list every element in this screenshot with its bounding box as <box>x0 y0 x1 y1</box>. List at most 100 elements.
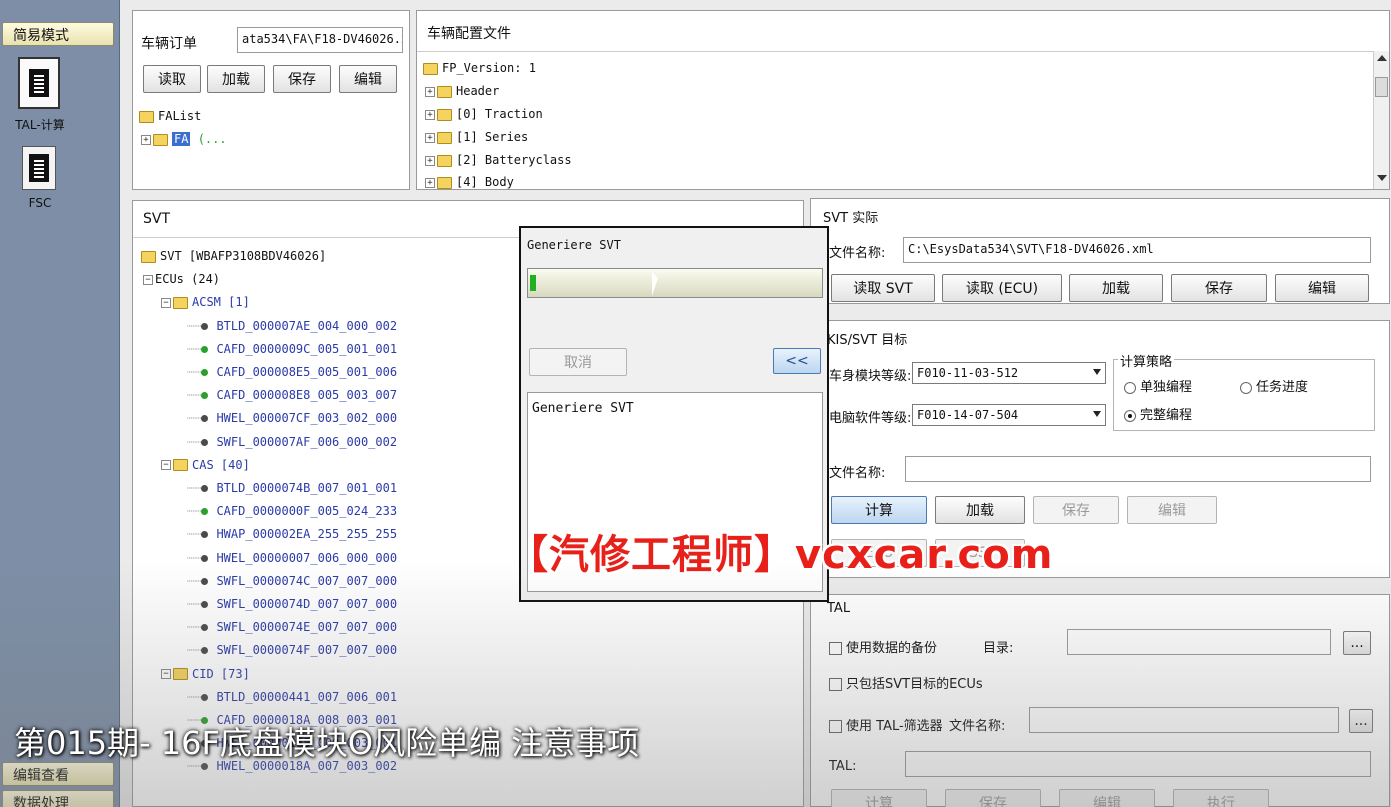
ecu-item-node[interactable]: ┈┈ CAFD_0000009C_005_001_001 <box>187 342 397 356</box>
use-backup-checkbox[interactable]: 使用数据的备份 <box>829 637 937 656</box>
status-dot-icon <box>201 415 209 423</box>
scroll-up-icon[interactable] <box>1377 55 1387 61</box>
ecu-item-node[interactable]: ┈┈ BTLD_0000074B_007_001_001 <box>187 481 397 495</box>
config-tree-node[interactable]: + [1] Series <box>425 130 528 144</box>
config-tree-node[interactable]: + [0] Traction <box>425 107 543 121</box>
config-tree-node[interactable]: + Header <box>425 84 499 98</box>
checkbox-icon[interactable] <box>829 720 842 733</box>
fa-suffix: (... <box>197 132 227 146</box>
ecu-item-node[interactable]: ┈┈ CAFD_000008E5_005_001_006 <box>187 365 397 379</box>
svt-actual-edit-button[interactable]: 编辑 <box>1275 274 1369 302</box>
dialog-collapse-button[interactable]: << <box>773 348 821 374</box>
expand-icon[interactable]: + <box>425 132 435 143</box>
svt-target-file-field[interactable] <box>905 456 1371 482</box>
svt-actual-panel: SVT 实际 文件名称: C:\EsysData534\SVT\F18-DV46… <box>810 198 1390 304</box>
checkbox-icon[interactable] <box>829 642 842 655</box>
dir-browse-button[interactable]: ... <box>1343 631 1371 655</box>
expand-icon[interactable]: + <box>141 134 151 145</box>
pc-level-select[interactable]: F010-14-07-504 <box>912 404 1106 426</box>
tal-filter-checkbox[interactable]: 使用 TAL-筛选器 <box>829 715 943 734</box>
collapse-icon[interactable]: − <box>161 460 171 471</box>
ecu-item-node[interactable]: ┈┈ SWFL_0000074C_007_007_000 <box>187 574 397 588</box>
ecu-item-node[interactable]: ┈┈ HWEL_00000007_006_000_000 <box>187 551 397 565</box>
status-dot-icon <box>201 485 209 492</box>
tal-filter-browse-button[interactable]: ... <box>1349 709 1373 733</box>
ecu-group-node[interactable]: − CAS [40] <box>161 458 250 472</box>
dialog-cancel-button[interactable]: 取消 <box>529 348 627 376</box>
expand-icon[interactable]: + <box>425 177 435 188</box>
body-level-select[interactable]: F010-11-03-512 <box>912 362 1106 384</box>
only-svt-checkbox[interactable]: 只包括SVT目标的ECUs <box>829 673 983 692</box>
config-scrollbar[interactable] <box>1373 51 1389 189</box>
tal-save-button[interactable]: 保存 <box>945 789 1041 807</box>
ecu-item-node[interactable]: ┈┈ BTLD_00000441_007_006_001 <box>187 690 397 704</box>
collapse-icon[interactable]: − <box>161 669 171 680</box>
ecu-group-node[interactable]: − ACSM [1] <box>161 295 250 309</box>
strategy-option-progress[interactable]: 任务进度 <box>1240 376 1308 395</box>
checkbox-icon[interactable] <box>829 678 842 691</box>
tal-calc-button[interactable] <box>18 57 60 109</box>
ecu-item-node[interactable]: ┈┈ HWEL_000007CF_003_002_000 <box>187 411 397 425</box>
config-tree-node[interactable]: + [4] Body <box>425 175 514 189</box>
read-ecu-button[interactable]: 读取 (ECU) <box>942 274 1062 302</box>
tal-edit-button[interactable]: 编辑 <box>1059 789 1155 807</box>
scroll-down-icon[interactable] <box>1377 175 1387 181</box>
vehicle-order-path-field[interactable]: ata534\FA\F18-DV46026.xml <box>237 27 403 53</box>
sidebar-item-label: TAL-计算 <box>15 118 65 132</box>
sidebar-header-edit-view[interactable]: 编辑查看 <box>2 762 114 786</box>
radio-selected-icon[interactable] <box>1124 409 1136 422</box>
order-save-button[interactable]: 保存 <box>273 65 331 93</box>
config-node-label: Header <box>456 84 500 98</box>
expand-icon[interactable]: + <box>425 155 435 166</box>
tal-filter-file-field[interactable] <box>1029 707 1339 733</box>
fa-node[interactable]: + FA (... <box>141 132 227 146</box>
dir-field[interactable] <box>1067 629 1331 655</box>
ecu-item-node[interactable]: ┈┈ CAFD_000008E8_005_003_007 <box>187 388 397 402</box>
status-dot-icon <box>201 531 209 539</box>
svt-target-edit-button[interactable]: 编辑 <box>1127 496 1217 524</box>
tal-execute-button[interactable]: 执行 <box>1173 789 1269 807</box>
ecu-item-node[interactable]: ┈┈ SWFL_000007AF_006_000_002 <box>187 435 397 449</box>
config-tree-node[interactable]: FP_Version: 1 <box>423 61 536 75</box>
config-node-label: [4] Body <box>456 175 514 189</box>
tal-field[interactable] <box>905 751 1371 777</box>
ecu-group-node[interactable]: − CID [73] <box>161 667 250 681</box>
svt-actual-file-field[interactable]: C:\EsysData534\SVT\F18-DV46026.xml <box>903 237 1371 263</box>
radio-icon[interactable] <box>1240 381 1252 394</box>
ecu-item-node[interactable]: ┈┈ HWAP_000002EA_255_255_255 <box>187 527 397 541</box>
ecu-item-node[interactable]: ┈┈ SWFL_0000074E_007_007_000 <box>187 620 397 634</box>
expand-icon[interactable]: + <box>425 109 435 120</box>
config-tree-node[interactable]: + [2] Batteryclass <box>425 153 572 167</box>
fsc-button[interactable] <box>22 146 56 190</box>
order-read-button[interactable]: 读取 <box>143 65 201 93</box>
svt-actual-save-button[interactable]: 保存 <box>1171 274 1267 302</box>
svt-target-save-button[interactable]: 保存 <box>1033 496 1119 524</box>
calculate-button[interactable]: 计算 <box>831 496 927 524</box>
falist-node[interactable]: FAList <box>139 109 201 123</box>
order-edit-button[interactable]: 编辑 <box>339 65 397 93</box>
expand-icon[interactable]: + <box>425 86 435 97</box>
radio-icon[interactable] <box>1124 381 1136 394</box>
strategy-option-complete[interactable]: 完整编程 <box>1124 404 1192 423</box>
tal-calc-button[interactable]: 计算 <box>831 789 927 807</box>
svt-actual-load-button[interactable]: 加载 <box>1069 274 1163 302</box>
vehicle-config-panel: 车辆配置文件 FP_Version: 1 + Header + [0] Tracti… <box>416 10 1390 190</box>
video-caption: 第015期- 16F底盘模块O风险单编 注意事项 <box>14 724 640 762</box>
collapse-icon[interactable]: − <box>143 274 153 285</box>
order-load-button[interactable]: 加载 <box>207 65 265 93</box>
read-svt-button[interactable]: 读取 SVT <box>831 274 935 302</box>
collapse-icon[interactable]: − <box>161 297 171 308</box>
svt-root-node[interactable]: SVT [WBAFP3108BDV46026] <box>141 249 326 263</box>
ecu-item-node[interactable]: ┈┈ CAFD_0000000F_005_024_233 <box>187 504 397 518</box>
sidebar-header-data-processing[interactable]: 数据处理 <box>2 790 114 807</box>
svt-target-load-button[interactable]: 加载 <box>935 496 1025 524</box>
ecu-item-node[interactable]: ┈┈ BTLD_000007AE_004_000_002 <box>187 319 397 333</box>
ecu-item-node[interactable]: ┈┈ SWFL_0000074F_007_007_000 <box>187 643 397 657</box>
folder-icon <box>141 250 156 263</box>
ecu-item-node[interactable]: ┈┈ SWFL_0000074D_007_007_000 <box>187 597 397 611</box>
strategy-option-single[interactable]: 单独编程 <box>1124 376 1192 395</box>
ecus-node[interactable]: − ECUs (24) <box>143 272 220 286</box>
status-dot-icon <box>201 392 209 400</box>
scroll-thumb[interactable] <box>1375 77 1388 97</box>
sidebar-header-simple-mode[interactable]: 简易模式 <box>2 22 114 46</box>
